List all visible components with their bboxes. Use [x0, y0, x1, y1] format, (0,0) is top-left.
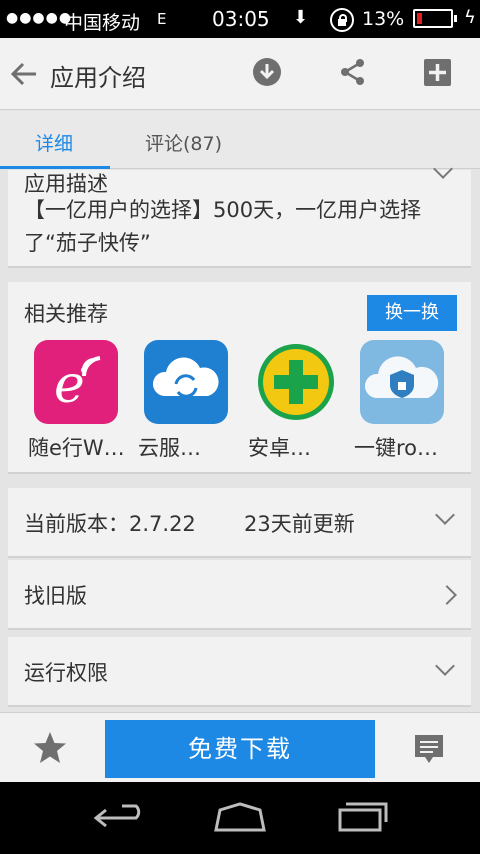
tab-reviews[interactable]: 评论(87) [145, 129, 222, 156]
title-bar: 应用介绍 [0, 38, 480, 110]
chevron-right-icon[interactable] [437, 585, 457, 605]
signal-icon: ●●●●● [6, 10, 73, 26]
charging-icon: ϟ [464, 7, 476, 28]
swap-button[interactable]: 换一换 [367, 295, 457, 331]
cloud-lock-icon [360, 340, 444, 424]
app-name: 随e行W… [28, 436, 125, 460]
recommend-card: 相关推荐 换一换 e 随e行W… 云服… 安卓… 一键ro… [8, 282, 471, 474]
update-time: 23天前更新 [244, 512, 355, 536]
share-icon[interactable] [339, 58, 367, 86]
rotation-lock-icon [330, 8, 354, 32]
home-icon[interactable] [212, 802, 268, 834]
battery-percent: 13% [362, 8, 405, 30]
tab-detail[interactable]: 详细 [35, 129, 73, 156]
app-name: 安卓… [248, 436, 311, 460]
recent-apps-icon[interactable] [336, 800, 388, 834]
recommend-title: 相关推荐 [24, 302, 108, 326]
back-arrow-icon[interactable] [10, 60, 38, 88]
old-version-label: 找旧版 [24, 584, 87, 608]
old-version-row[interactable]: 找旧版 [8, 560, 471, 630]
app-name: 云服… [138, 436, 201, 460]
status-bar: ●●●●● 中国移动 E 03:05 ⬇ 13% ϟ [0, 0, 480, 38]
wifi-e-icon: e [34, 340, 118, 424]
current-version: 当前版本：2.7.22 [24, 512, 196, 536]
page-title: 应用介绍 [50, 64, 146, 92]
description-text: 【一亿用户的选择】500天，一亿用户选择了“茄子快传” [24, 198, 422, 255]
nav-back-icon[interactable] [92, 804, 148, 834]
cloud-sync-icon [144, 340, 228, 424]
add-icon[interactable] [424, 59, 451, 86]
app-name: 一键ro… [354, 436, 439, 460]
version-row[interactable]: 当前版本：2.7.22 23天前更新 [8, 488, 471, 558]
permissions-label: 运行权限 [24, 661, 108, 685]
description-card[interactable]: 应用描述 【一亿用户的选择】500天，一亿用户选择了“茄子快传” [8, 159, 471, 268]
nav-bar [0, 782, 480, 854]
svg-text:e: e [54, 355, 85, 415]
chevron-down-icon[interactable] [435, 505, 455, 525]
tab-bar: 详细 评论(87) [0, 111, 480, 169]
download-status-icon: ⬇ [293, 7, 309, 28]
carrier-name: 中国移动 [64, 12, 141, 34]
clock: 03:05 [212, 7, 270, 31]
plus-shield-icon [254, 340, 338, 424]
permissions-row[interactable]: 运行权限 [8, 637, 471, 707]
comment-icon[interactable] [413, 733, 445, 765]
chevron-down-icon[interactable] [435, 656, 455, 676]
download-icon[interactable] [253, 58, 281, 86]
star-icon[interactable] [32, 730, 68, 766]
battery-icon [413, 9, 457, 28]
free-download-button[interactable]: 免费下载 [105, 720, 375, 778]
network-type: E [157, 10, 167, 28]
action-bar: 免费下载 [0, 712, 480, 782]
